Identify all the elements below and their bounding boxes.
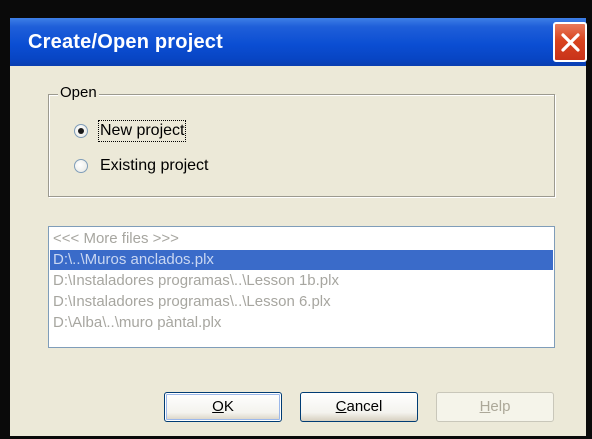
- help-button-mnemonic: H: [479, 398, 491, 415]
- radio-new-project-label[interactable]: New project: [97, 120, 187, 142]
- dialog-body: Open New project Existing project <<< Mo…: [10, 66, 586, 436]
- list-item-file[interactable]: D:\..\Muros anclados.plx: [50, 250, 553, 270]
- cancel-button[interactable]: Cancel: [300, 392, 418, 422]
- close-x-icon: [561, 33, 580, 52]
- cancel-button-label: ancel: [346, 398, 383, 415]
- radio-existing-project[interactable]: Existing project: [74, 157, 209, 175]
- radio-unchecked-icon[interactable]: [74, 159, 88, 173]
- help-button[interactable]: Help: [436, 392, 554, 422]
- ok-button-label: K: [223, 398, 234, 415]
- close-button[interactable]: [553, 22, 587, 62]
- radio-checked-icon[interactable]: [74, 124, 88, 138]
- list-item-more-files[interactable]: <<< More files >>>: [50, 229, 553, 249]
- dialog-window: Create/Open project Open New project Exi…: [0, 0, 592, 439]
- ok-button-mnemonic: O: [212, 398, 224, 415]
- radio-new-project[interactable]: New project: [74, 120, 187, 142]
- recent-files-list[interactable]: <<< More files >>> D:\..\Muros anclados.…: [48, 226, 555, 348]
- list-item-file[interactable]: D:\Instaladores programas\..\Lesson 1b.p…: [50, 271, 553, 291]
- window-title: Create/Open project: [28, 31, 223, 53]
- list-item-file[interactable]: D:\Alba\..\muro pàntal.plx: [50, 313, 553, 333]
- list-item-file[interactable]: D:\Instaladores programas\..\Lesson 6.pl…: [50, 292, 553, 312]
- radio-existing-project-label[interactable]: Existing project: [100, 157, 209, 175]
- open-groupbox: [48, 94, 555, 197]
- help-button-label: elp: [490, 398, 511, 415]
- cancel-button-mnemonic: C: [335, 398, 347, 415]
- open-group-label: Open: [58, 84, 99, 101]
- ok-button[interactable]: OK: [164, 392, 282, 422]
